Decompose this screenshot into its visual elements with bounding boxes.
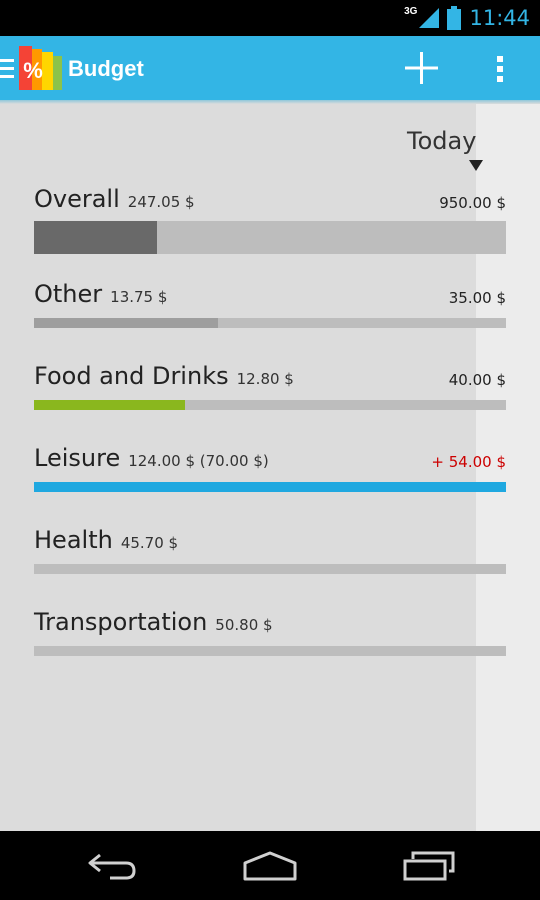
category-spent: 13.75 $ xyxy=(110,288,168,306)
recent-apps-icon[interactable] xyxy=(403,851,455,881)
category-progress-fill xyxy=(34,221,157,254)
battery-icon xyxy=(447,6,462,30)
category-name: Other xyxy=(34,280,103,308)
category-name: Leisure xyxy=(34,444,121,472)
category-spent: 12.80 $ xyxy=(236,370,294,388)
home-icon[interactable] xyxy=(242,851,298,881)
category-name: Overall xyxy=(34,185,120,213)
category-spent: 124.00 $ (70.00 $) xyxy=(128,452,269,470)
overflow-menu-button[interactable] xyxy=(486,50,514,86)
category-spent: 247.05 $ xyxy=(127,193,195,211)
category-spent: 45.70 $ xyxy=(120,534,179,552)
add-icon xyxy=(405,52,438,84)
action-bar: % Budget xyxy=(0,36,540,100)
app-title: Budget xyxy=(68,56,144,81)
category-progress-bar xyxy=(34,221,506,254)
category-progress-fill xyxy=(34,318,219,328)
category-name: Health xyxy=(34,526,113,554)
category-spent: 50.80 $ xyxy=(215,616,273,634)
clock: 11:44 xyxy=(469,6,530,30)
status-bar: 3G 11:44 xyxy=(0,0,540,36)
network-type: 3G xyxy=(404,5,418,17)
navigation-bar xyxy=(0,831,540,900)
category-budget: 35.00 $ xyxy=(448,289,506,307)
category-progress-bar xyxy=(34,482,506,492)
category-budget: 950.00 $ xyxy=(439,194,506,212)
svg-text:%: % xyxy=(23,58,43,83)
category-progress-bar xyxy=(34,318,506,328)
category-progress-bar xyxy=(34,646,506,656)
action-bar-shadow xyxy=(0,100,540,104)
category-name: Transportation xyxy=(34,608,208,636)
category-progress-fill xyxy=(34,482,506,492)
category-progress-bar xyxy=(34,564,506,574)
today-marker-icon xyxy=(469,160,483,171)
overflow-menu-icon xyxy=(497,56,503,82)
app-logo-icon[interactable]: % xyxy=(16,46,64,90)
back-icon[interactable] xyxy=(86,851,138,881)
drawer-icon[interactable] xyxy=(0,57,14,79)
category-name: Food and Drinks xyxy=(34,362,229,390)
status-icons: 3G 11:44 xyxy=(404,0,530,36)
category-budget: + 54.00 $ xyxy=(431,453,506,471)
category-progress-bar xyxy=(34,400,506,410)
today-label: Today xyxy=(407,127,477,155)
budget-content[interactable]: Today Overall 247.05 $ 950.00 $ Other 13.7… xyxy=(0,100,540,831)
add-button[interactable] xyxy=(400,50,444,86)
signal-icon xyxy=(419,8,440,28)
category-progress-fill xyxy=(34,400,186,410)
category-budget: 40.00 $ xyxy=(448,371,506,389)
